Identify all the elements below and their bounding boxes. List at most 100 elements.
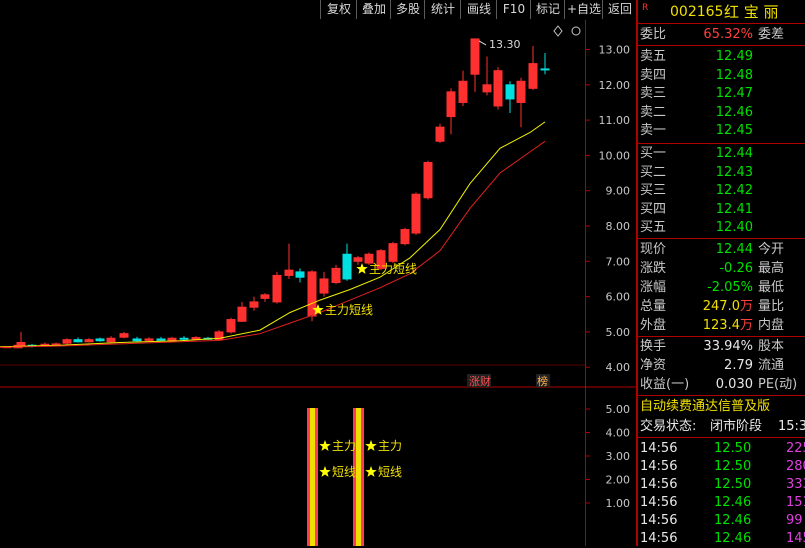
- overlay-button[interactable]: 叠加: [356, 0, 391, 19]
- tick-row[interactable]: 14:56 12.46 145: [638, 530, 805, 548]
- row-value: 12.40: [715, 220, 753, 235]
- row-unit: 万: [739, 299, 753, 314]
- row-value: 0.030: [715, 377, 753, 392]
- weicha-label: 委差: [758, 27, 785, 42]
- stock-name: 红 宝 丽: [724, 3, 779, 21]
- row-label-secondary: 量比: [758, 299, 785, 314]
- price-tick-label: 12.00: [599, 79, 631, 92]
- divider: [638, 437, 805, 438]
- ask-row: 卖四 12.48: [638, 67, 805, 85]
- indicator-tick-label: 5.00: [606, 403, 631, 416]
- promo-text[interactable]: 自动续费通达信普及版: [640, 398, 770, 416]
- mark-button[interactable]: 标记: [530, 0, 565, 19]
- indicator-tick-label: 4.00: [606, 427, 631, 440]
- row-value: 247.0万: [702, 299, 753, 314]
- candlestick: [331, 264, 341, 285]
- diamond-icon[interactable]: [553, 25, 563, 37]
- candlestick: [260, 293, 270, 302]
- tick-price: 12.46: [714, 531, 752, 546]
- candlestick: [179, 336, 189, 341]
- rank-badge[interactable]: 榜: [536, 374, 550, 388]
- row-value: 12.44: [715, 242, 753, 257]
- candlestick: [493, 67, 503, 110]
- row-label: 卖二: [640, 104, 667, 120]
- candlestick: [319, 271, 329, 297]
- indicator-label-text: 主力: [378, 439, 402, 453]
- candlestick: [470, 38, 480, 92]
- rank-badge-text[interactable]: 榜: [537, 374, 548, 388]
- star-icon: [319, 440, 331, 451]
- row-label: 换手: [640, 339, 667, 354]
- tick-row[interactable]: 14:56 12.50 225: [638, 440, 805, 458]
- candlestick: [400, 227, 410, 246]
- row-value: 12.41: [715, 201, 753, 217]
- circle-icon[interactable]: [571, 26, 581, 36]
- candlestick: [307, 270, 317, 322]
- candlestick: [540, 53, 550, 75]
- tick-row[interactable]: 14:56 12.50 280: [638, 458, 805, 476]
- divider: [638, 238, 805, 239]
- divider: [638, 143, 805, 144]
- divider: [638, 395, 805, 396]
- row-label: 涨跌: [640, 261, 667, 276]
- candlestick: [16, 331, 26, 347]
- stat-row: 总量 247.0万 量比: [638, 298, 805, 316]
- tick-price: 12.50: [714, 441, 752, 456]
- tick-price: 12.46: [714, 513, 752, 528]
- candlestick: [284, 243, 294, 279]
- row-label: 净资: [640, 358, 667, 373]
- tick-row[interactable]: 14:56 12.46 151: [638, 494, 805, 512]
- tick-time: 14:56: [640, 441, 678, 456]
- candlestick: [84, 338, 94, 343]
- candlestick: [73, 337, 83, 343]
- margin-badge: R: [642, 3, 649, 13]
- quote-panel: R 002165 红 宝 丽 委比 65.32% 委差 卖五 12.49 卖四 12.…: [638, 0, 805, 546]
- news-badge[interactable]: 涨财: [467, 374, 491, 388]
- restore-rights-button[interactable]: 复权: [320, 0, 357, 19]
- row-value: 12.46: [715, 104, 753, 120]
- high-price-label: 13.30: [489, 38, 521, 51]
- candlestick: [446, 88, 456, 135]
- candlestick: [411, 192, 421, 235]
- draw-line-button[interactable]: 画线: [460, 0, 497, 19]
- row-label: 买二: [640, 164, 667, 180]
- stat-row: 涨幅 -2.05% 最低: [638, 279, 805, 297]
- indicator-label-text: 主力: [332, 439, 356, 453]
- candlestick: [106, 336, 116, 343]
- trade-status-row: 交易状态: 闭市阶段 15:3: [638, 418, 805, 436]
- indicator-label: 短线: [319, 465, 356, 479]
- candlestick-chart[interactable]: 13.00 12.00 11.00 10.00 9.00 8.00 7.00 6.00 5.00…: [0, 20, 636, 390]
- multi-stock-button[interactable]: 多股: [390, 0, 425, 19]
- ma-slow-line: [0, 140, 546, 348]
- indicator-chart[interactable]: 5.00 4.00 3.00 2.00 1.00 主力短线 主力短线: [0, 390, 636, 546]
- row-unit: 万: [739, 318, 753, 333]
- ask-row: 卖二 12.46: [638, 104, 805, 122]
- bid-row: 买三 12.42: [638, 182, 805, 200]
- bid-row: 买一 12.44: [638, 145, 805, 163]
- row-label: 卖四: [640, 67, 667, 83]
- price-tick-label: 5.00: [606, 326, 631, 339]
- row-value: 12.47: [715, 86, 753, 101]
- row-value: 12.42: [715, 183, 753, 198]
- weibi-label: 委比: [640, 27, 667, 42]
- ask-row: 卖五 12.49: [638, 48, 805, 66]
- price-tick-label: 13.00: [599, 44, 631, 57]
- candlestick: [62, 338, 72, 345]
- tick-row[interactable]: 14:56 12.50 333: [638, 476, 805, 494]
- trade-status-label: 交易状态:: [640, 419, 697, 434]
- back-button[interactable]: 返回: [602, 0, 637, 19]
- statistics-button[interactable]: 统计: [424, 0, 461, 19]
- row-value: 2.79: [724, 358, 753, 373]
- f10-button[interactable]: F10: [496, 0, 531, 19]
- tick-volume: 99: [786, 513, 803, 528]
- signal-label: 主力短线: [312, 303, 373, 317]
- price-tick-label: 4.00: [606, 361, 631, 374]
- tick-row[interactable]: 14:56 12.46 99: [638, 512, 805, 530]
- promo-link[interactable]: 自动续费通达信普及版: [638, 398, 805, 416]
- stock-code: 002165: [670, 4, 724, 20]
- add-watchlist-button[interactable]: +自选: [564, 0, 603, 19]
- news-badge-text[interactable]: 涨财: [469, 374, 491, 388]
- indicator-label: 短线: [365, 465, 402, 479]
- ask-row: 卖三 12.47: [638, 85, 805, 103]
- row-label: 买五: [640, 220, 667, 235]
